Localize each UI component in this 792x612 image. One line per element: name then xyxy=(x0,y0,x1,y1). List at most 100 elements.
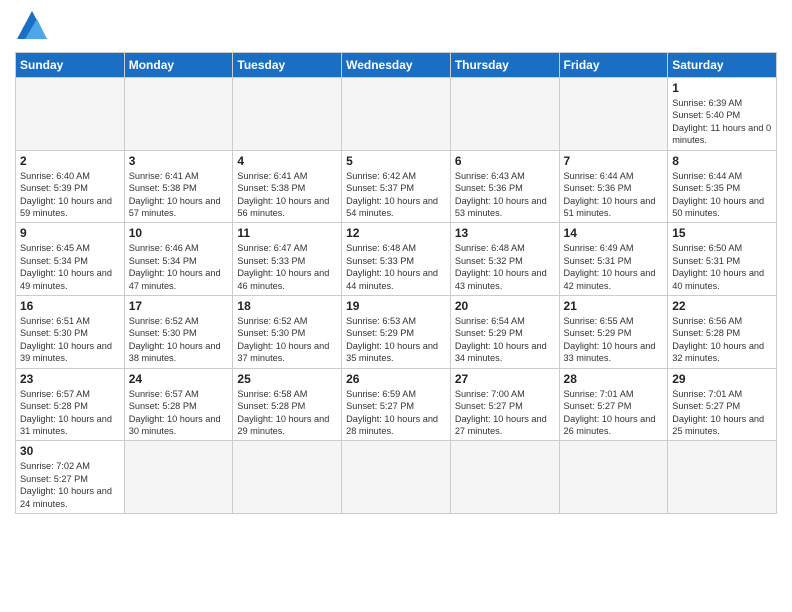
calendar-cell: 3Sunrise: 6:41 AM Sunset: 5:38 PM Daylig… xyxy=(124,150,233,223)
calendar: SundayMondayTuesdayWednesdayThursdayFrid… xyxy=(15,52,777,514)
calendar-week-3: 16 Sunrise: 6:51 AM Sunset: 5:30 PM Dayli… xyxy=(16,296,777,369)
calendar-cell: 2 Sunrise: 6:40 AM Sunset: 5:39 PM Daylig… xyxy=(16,150,125,223)
page: SundayMondayTuesdayWednesdayThursdayFrid… xyxy=(0,0,792,524)
day-info: Sunrise: 7:01 AM Sunset: 5:27 PM Dayligh… xyxy=(672,388,772,438)
calendar-cell xyxy=(450,441,559,514)
calendar-header-saturday: Saturday xyxy=(668,53,777,78)
day-info: Sunrise: 7:00 AM Sunset: 5:27 PM Dayligh… xyxy=(455,388,555,438)
calendar-cell xyxy=(233,441,342,514)
day-info: Sunrise: 6:51 AM Sunset: 5:30 PM Dayligh… xyxy=(20,315,120,365)
calendar-cell: 24Sunrise: 6:57 AM Sunset: 5:28 PM Dayli… xyxy=(124,368,233,441)
logo-icon xyxy=(17,11,47,39)
calendar-cell xyxy=(16,78,125,151)
calendar-cell xyxy=(342,441,451,514)
calendar-cell: 14Sunrise: 6:49 AM Sunset: 5:31 PM Dayli… xyxy=(559,223,668,296)
calendar-cell: 27 Sunrise: 7:00 AM Sunset: 5:27 PM Dayli… xyxy=(450,368,559,441)
day-number: 14 xyxy=(564,226,664,240)
day-number: 7 xyxy=(564,154,664,168)
header xyxy=(15,10,777,44)
calendar-week-2: 9 Sunrise: 6:45 AM Sunset: 5:34 PM Daylig… xyxy=(16,223,777,296)
day-info: Sunrise: 6:56 AM Sunset: 5:28 PM Dayligh… xyxy=(672,315,772,365)
day-number: 28 xyxy=(564,372,664,386)
calendar-cell: 23Sunrise: 6:57 AM Sunset: 5:28 PM Dayli… xyxy=(16,368,125,441)
calendar-header-thursday: Thursday xyxy=(450,53,559,78)
day-info: Sunrise: 6:40 AM Sunset: 5:39 PM Dayligh… xyxy=(20,170,120,220)
calendar-cell xyxy=(124,441,233,514)
day-number: 12 xyxy=(346,226,446,240)
calendar-header-tuesday: Tuesday xyxy=(233,53,342,78)
day-number: 23 xyxy=(20,372,120,386)
day-number: 20 xyxy=(455,299,555,313)
day-info: Sunrise: 6:59 AM Sunset: 5:27 PM Dayligh… xyxy=(346,388,446,438)
calendar-header-friday: Friday xyxy=(559,53,668,78)
calendar-cell xyxy=(559,78,668,151)
calendar-cell: 9 Sunrise: 6:45 AM Sunset: 5:34 PM Daylig… xyxy=(16,223,125,296)
day-number: 15 xyxy=(672,226,772,240)
day-info: Sunrise: 6:41 AM Sunset: 5:38 PM Dayligh… xyxy=(129,170,229,220)
calendar-week-4: 23Sunrise: 6:57 AM Sunset: 5:28 PM Dayli… xyxy=(16,368,777,441)
day-number: 16 xyxy=(20,299,120,313)
day-info: Sunrise: 6:39 AM Sunset: 5:40 PM Dayligh… xyxy=(672,97,772,147)
calendar-cell: 28 Sunrise: 7:01 AM Sunset: 5:27 PM Dayli… xyxy=(559,368,668,441)
calendar-cell: 6 Sunrise: 6:43 AM Sunset: 5:36 PM Daylig… xyxy=(450,150,559,223)
day-number: 24 xyxy=(129,372,229,386)
calendar-header-sunday: Sunday xyxy=(16,53,125,78)
day-number: 17 xyxy=(129,299,229,313)
calendar-cell: 15 Sunrise: 6:50 AM Sunset: 5:31 PM Dayli… xyxy=(668,223,777,296)
day-number: 6 xyxy=(455,154,555,168)
day-number: 27 xyxy=(455,372,555,386)
day-info: Sunrise: 6:54 AM Sunset: 5:29 PM Dayligh… xyxy=(455,315,555,365)
calendar-cell: 11Sunrise: 6:47 AM Sunset: 5:33 PM Dayli… xyxy=(233,223,342,296)
calendar-cell: 10Sunrise: 6:46 AM Sunset: 5:34 PM Dayli… xyxy=(124,223,233,296)
logo xyxy=(15,15,47,44)
calendar-cell xyxy=(450,78,559,151)
calendar-cell xyxy=(668,441,777,514)
calendar-cell: 22Sunrise: 6:56 AM Sunset: 5:28 PM Dayli… xyxy=(668,296,777,369)
day-info: Sunrise: 6:42 AM Sunset: 5:37 PM Dayligh… xyxy=(346,170,446,220)
calendar-cell: 21 Sunrise: 6:55 AM Sunset: 5:29 PM Dayli… xyxy=(559,296,668,369)
day-number: 13 xyxy=(455,226,555,240)
calendar-cell xyxy=(124,78,233,151)
day-number: 10 xyxy=(129,226,229,240)
day-info: Sunrise: 7:02 AM Sunset: 5:27 PM Dayligh… xyxy=(20,460,120,510)
day-info: Sunrise: 6:43 AM Sunset: 5:36 PM Dayligh… xyxy=(455,170,555,220)
day-number: 2 xyxy=(20,154,120,168)
day-number: 11 xyxy=(237,226,337,240)
calendar-cell: 25 Sunrise: 6:58 AM Sunset: 5:28 PM Dayli… xyxy=(233,368,342,441)
day-number: 5 xyxy=(346,154,446,168)
calendar-cell: 29Sunrise: 7:01 AM Sunset: 5:27 PM Dayli… xyxy=(668,368,777,441)
day-number: 18 xyxy=(237,299,337,313)
day-info: Sunrise: 6:58 AM Sunset: 5:28 PM Dayligh… xyxy=(237,388,337,438)
day-info: Sunrise: 6:55 AM Sunset: 5:29 PM Dayligh… xyxy=(564,315,664,365)
calendar-cell: 26Sunrise: 6:59 AM Sunset: 5:27 PM Dayli… xyxy=(342,368,451,441)
day-number: 4 xyxy=(237,154,337,168)
day-number: 19 xyxy=(346,299,446,313)
day-info: Sunrise: 6:48 AM Sunset: 5:33 PM Dayligh… xyxy=(346,242,446,292)
day-info: Sunrise: 6:52 AM Sunset: 5:30 PM Dayligh… xyxy=(237,315,337,365)
calendar-cell: 30 Sunrise: 7:02 AM Sunset: 5:27 PM Dayli… xyxy=(16,441,125,514)
day-number: 9 xyxy=(20,226,120,240)
calendar-cell: 7 Sunrise: 6:44 AM Sunset: 5:36 PM Daylig… xyxy=(559,150,668,223)
calendar-header-wednesday: Wednesday xyxy=(342,53,451,78)
day-number: 8 xyxy=(672,154,772,168)
calendar-cell xyxy=(233,78,342,151)
day-info: Sunrise: 7:01 AM Sunset: 5:27 PM Dayligh… xyxy=(564,388,664,438)
day-number: 30 xyxy=(20,444,120,458)
day-info: Sunrise: 6:53 AM Sunset: 5:29 PM Dayligh… xyxy=(346,315,446,365)
calendar-cell: 13Sunrise: 6:48 AM Sunset: 5:32 PM Dayli… xyxy=(450,223,559,296)
calendar-week-1: 2 Sunrise: 6:40 AM Sunset: 5:39 PM Daylig… xyxy=(16,150,777,223)
day-number: 25 xyxy=(237,372,337,386)
day-number: 1 xyxy=(672,81,772,95)
calendar-cell: 19 Sunrise: 6:53 AM Sunset: 5:29 PM Dayli… xyxy=(342,296,451,369)
calendar-cell: 16 Sunrise: 6:51 AM Sunset: 5:30 PM Dayli… xyxy=(16,296,125,369)
day-info: Sunrise: 6:50 AM Sunset: 5:31 PM Dayligh… xyxy=(672,242,772,292)
calendar-cell: 4Sunrise: 6:41 AM Sunset: 5:38 PM Daylig… xyxy=(233,150,342,223)
day-info: Sunrise: 6:45 AM Sunset: 5:34 PM Dayligh… xyxy=(20,242,120,292)
calendar-week-0: 1 Sunrise: 6:39 AM Sunset: 5:40 PM Daylig… xyxy=(16,78,777,151)
day-info: Sunrise: 6:44 AM Sunset: 5:36 PM Dayligh… xyxy=(564,170,664,220)
day-info: Sunrise: 6:52 AM Sunset: 5:30 PM Dayligh… xyxy=(129,315,229,365)
calendar-header-monday: Monday xyxy=(124,53,233,78)
day-info: Sunrise: 6:44 AM Sunset: 5:35 PM Dayligh… xyxy=(672,170,772,220)
day-number: 21 xyxy=(564,299,664,313)
calendar-week-5: 30 Sunrise: 7:02 AM Sunset: 5:27 PM Dayli… xyxy=(16,441,777,514)
